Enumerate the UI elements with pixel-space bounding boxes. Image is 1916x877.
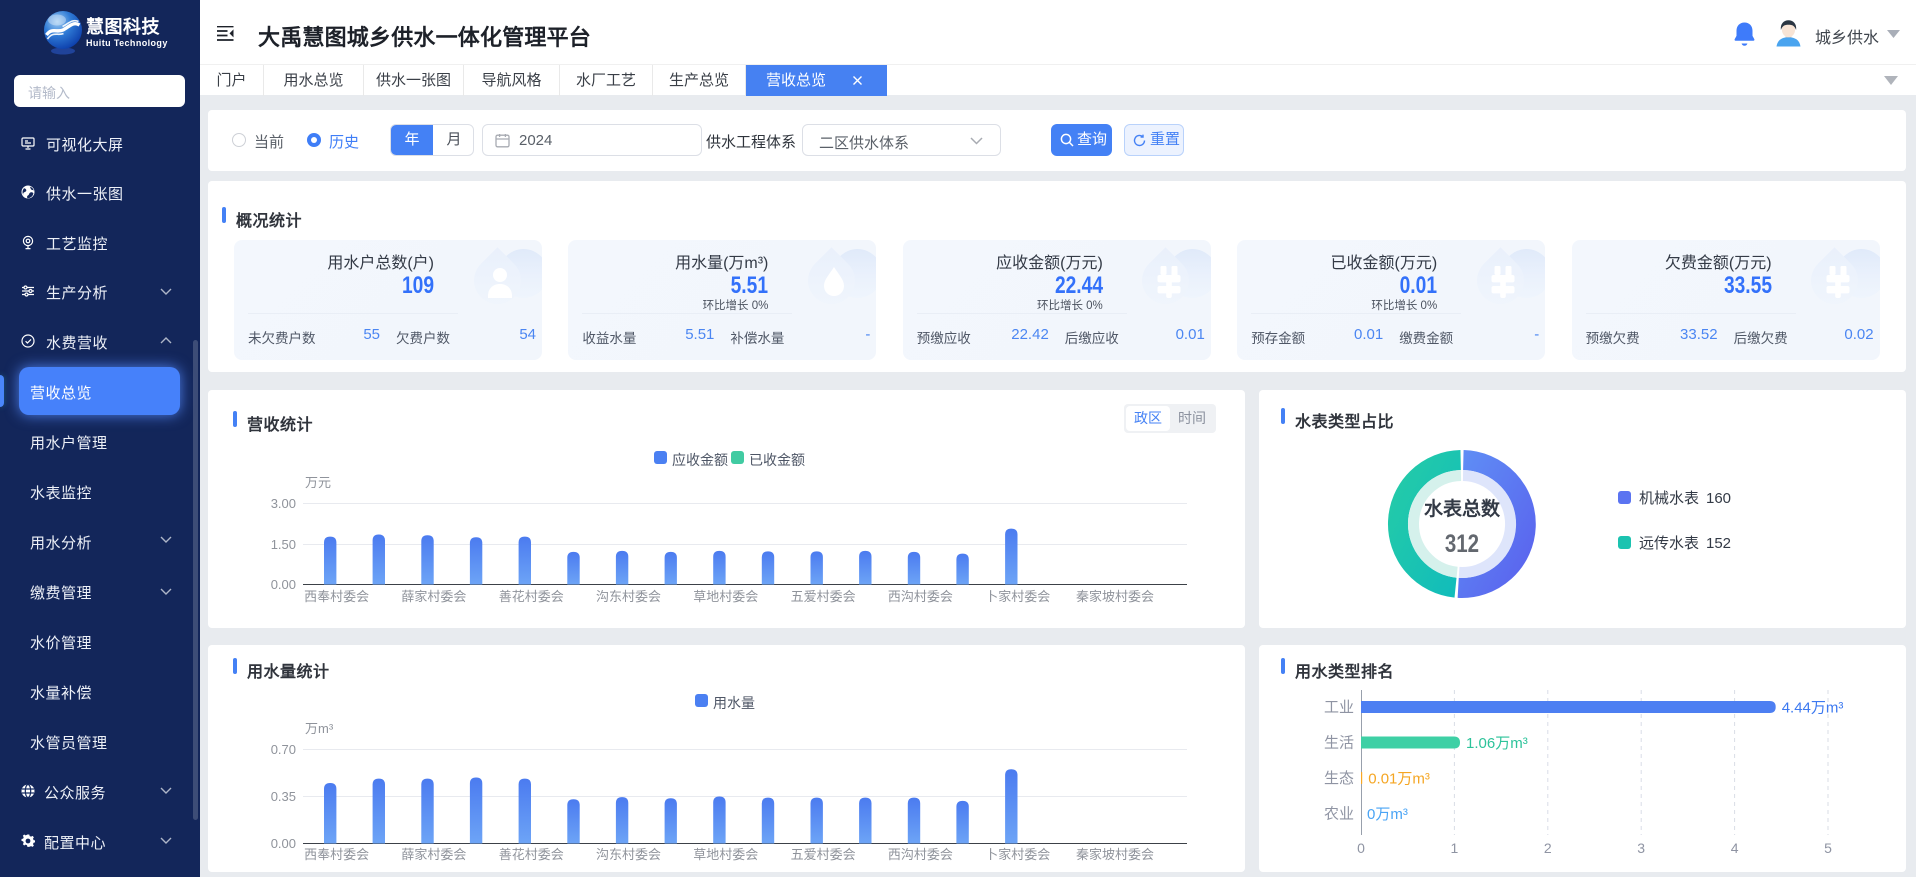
svg-text:2: 2 — [1544, 840, 1552, 856]
svg-text:0.00: 0.00 — [271, 577, 296, 592]
svg-text:工业: 工业 — [1324, 699, 1354, 716]
svg-text:草地村委会: 草地村委会 — [693, 847, 758, 862]
svg-text:万元: 万元 — [305, 475, 331, 490]
svg-text:生态: 生态 — [1324, 770, 1354, 787]
svg-text:生活: 生活 — [1324, 735, 1354, 752]
svg-text:沟东村委会: 沟东村委会 — [596, 589, 661, 604]
svg-text:4: 4 — [1731, 840, 1739, 856]
svg-text:0.70: 0.70 — [271, 742, 296, 757]
svg-text:卜家村委会: 卜家村委会 — [985, 589, 1050, 604]
svg-text:160: 160 — [1706, 490, 1731, 507]
svg-text:5: 5 — [1824, 840, 1832, 856]
svg-text:卜家村委会: 卜家村委会 — [985, 847, 1050, 862]
svg-text:1.50: 1.50 — [271, 537, 296, 552]
svg-text:1.06万m³: 1.06万m³ — [1466, 735, 1528, 752]
svg-text:152: 152 — [1706, 535, 1731, 552]
svg-text:万m³: 万m³ — [305, 721, 334, 736]
svg-text:0.00: 0.00 — [271, 836, 296, 851]
svg-text:西奉村委会: 西奉村委会 — [304, 847, 369, 862]
svg-text:机械水表: 机械水表 — [1639, 490, 1699, 507]
svg-text:善花村委会: 善花村委会 — [499, 589, 564, 604]
svg-text:善花村委会: 善花村委会 — [499, 847, 564, 862]
svg-text:农业: 农业 — [1324, 806, 1354, 823]
svg-text:西沟村委会: 西沟村委会 — [888, 589, 953, 604]
svg-text:1: 1 — [1451, 840, 1459, 856]
svg-text:草地村委会: 草地村委会 — [693, 589, 758, 604]
svg-text:4.44万m³: 4.44万m³ — [1782, 700, 1844, 717]
svg-text:0万m³: 0万m³ — [1367, 806, 1408, 823]
svg-text:312: 312 — [1445, 529, 1479, 557]
svg-text:0.35: 0.35 — [271, 789, 296, 804]
svg-text:秦家坡村委会: 秦家坡村委会 — [1076, 847, 1154, 862]
svg-text:五爱村委会: 五爱村委会 — [791, 589, 856, 604]
svg-text:西奉村委会: 西奉村委会 — [304, 589, 369, 604]
svg-text:秦家坡村委会: 秦家坡村委会 — [1076, 589, 1154, 604]
svg-text:0: 0 — [1357, 840, 1365, 856]
svg-text:西沟村委会: 西沟村委会 — [888, 847, 953, 862]
svg-text:3.00: 3.00 — [271, 496, 296, 511]
svg-text:0.01万m³: 0.01万m³ — [1368, 771, 1430, 788]
svg-text:远传水表: 远传水表 — [1639, 535, 1699, 552]
svg-text:五爱村委会: 五爱村委会 — [791, 847, 856, 862]
svg-text:沟东村委会: 沟东村委会 — [596, 847, 661, 862]
svg-text:3: 3 — [1637, 840, 1645, 856]
svg-text:薛家村委会: 薛家村委会 — [401, 847, 466, 862]
svg-text:薛家村委会: 薛家村委会 — [401, 589, 466, 604]
svg-text:水表总数: 水表总数 — [1424, 497, 1501, 520]
